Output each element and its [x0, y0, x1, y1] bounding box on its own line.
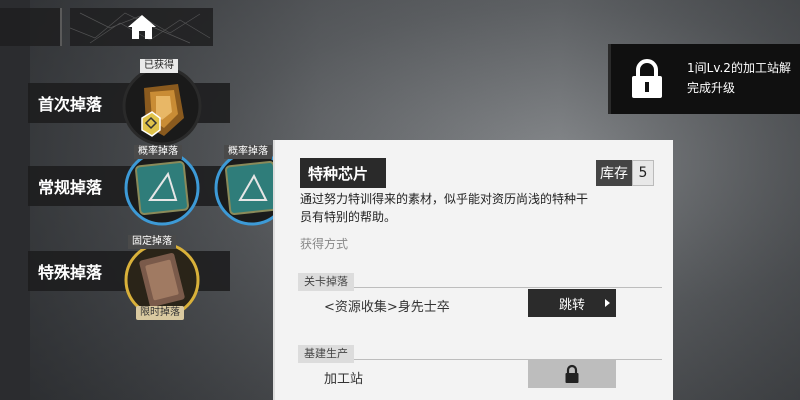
special-drop-item[interactable]: 固定掉落 限时掉落 — [118, 234, 202, 324]
lock-line-2: 完成升级 — [687, 81, 736, 95]
stock-value: 5 — [632, 160, 654, 186]
facility-name: 加工站 — [324, 372, 364, 387]
section-base-production: 基建生产 — [298, 342, 662, 363]
regular-drop-item[interactable]: 概率掉落 — [120, 142, 204, 228]
top-nav — [0, 8, 215, 46]
item-description: 通过努力特训得来的素材，似乎能对资历尚浅的特种干 员有特别的帮助。 — [300, 190, 650, 226]
locked-facility-button[interactable] — [528, 360, 616, 388]
back-button[interactable] — [0, 8, 62, 46]
arrow-right-icon — [605, 299, 610, 307]
first-drop-item[interactable]: 已获得 — [118, 56, 202, 146]
obtained-tag: 已获得 — [140, 59, 178, 73]
fixed-drop-tag: 固定掉落 — [128, 235, 176, 249]
lock-line-1: 1间Lv.2的加工站解 — [687, 61, 791, 75]
lock-notice-text: 1间Lv.2的加工站解 完成升级 — [687, 58, 791, 98]
item-title: 特种芯片 — [300, 158, 386, 188]
lock-notice: 1间Lv.2的加工站解 完成升级 — [608, 44, 800, 114]
section-base-production-label: 基建生产 — [298, 345, 354, 363]
left-edge — [0, 0, 30, 400]
probability-tag-2: 概率掉落 — [224, 145, 272, 159]
small-lock-icon — [565, 364, 579, 383]
limited-drop-badge: 限时掉落 — [136, 306, 184, 320]
stage-name: <资源收集>身先士卒 — [324, 300, 450, 315]
stock-display: 库存 5 — [596, 160, 654, 186]
description-line-2: 员有特别的帮助。 — [300, 210, 397, 224]
jump-button-label: 跳转 — [558, 297, 585, 313]
home-button[interactable] — [70, 8, 213, 46]
obtain-method-label: 获得方式 — [300, 237, 349, 251]
section-stage-drop-label: 关卡掉落 — [298, 273, 354, 291]
home-icon — [127, 15, 156, 39]
probability-tag: 概率掉落 — [134, 145, 182, 159]
description-line-1: 通过努力特训得来的素材，似乎能对资历尚浅的特种干 — [300, 192, 589, 206]
stock-label: 库存 — [596, 160, 632, 186]
jump-button[interactable]: 跳转 — [528, 289, 616, 317]
section-stage-drop: 关卡掉落 — [298, 270, 662, 291]
lock-icon — [632, 59, 662, 98]
